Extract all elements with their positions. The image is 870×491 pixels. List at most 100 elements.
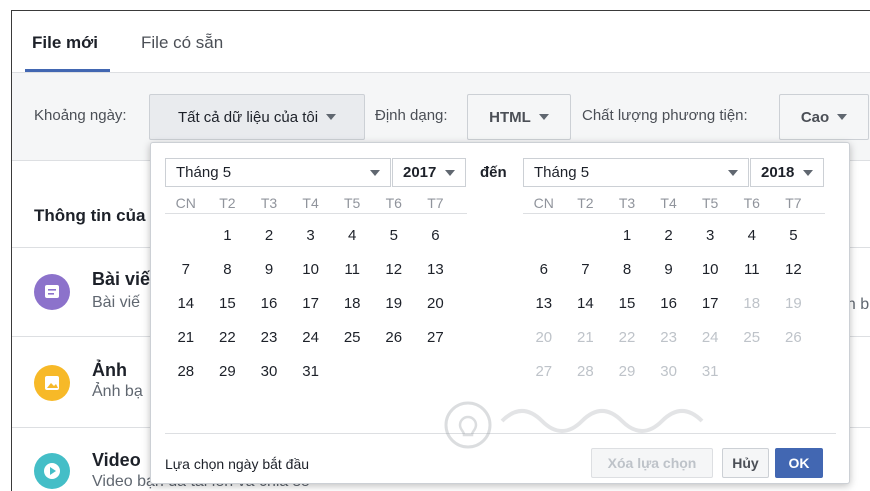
calendar-day: 30	[660, 362, 677, 380]
weekday-label: T4	[302, 194, 319, 211]
weekday-label: T3	[260, 194, 278, 211]
weekday-label: T4	[660, 194, 677, 211]
calendar-day[interactable]: 28	[165, 363, 207, 380]
calendar-day[interactable]: 6	[523, 261, 565, 278]
calendar-day[interactable]: 13	[523, 295, 565, 312]
calendar-day[interactable]: 21	[165, 329, 207, 346]
calendar-day[interactable]: 11	[331, 261, 373, 278]
video-icon	[34, 453, 70, 489]
calendar-week-row: 21 22 23 24 25 26 27	[165, 320, 467, 354]
calendar-day[interactable]: 31	[290, 363, 332, 380]
calendar-day[interactable]: 29	[207, 363, 249, 380]
calendar-day[interactable]: 2	[648, 227, 690, 244]
calendar-day[interactable]: 17	[290, 295, 332, 312]
calendar-week-row: 14 15 16 17 18 19 20	[165, 286, 467, 320]
calendar-day[interactable]: 2	[248, 227, 290, 244]
calendar-day[interactable]: 1	[207, 227, 249, 244]
calendar-day[interactable]: 3	[689, 227, 731, 244]
weekday-label: T2	[577, 194, 594, 211]
weekday-label: T5	[702, 194, 719, 211]
from-year-value: 2017	[403, 164, 437, 181]
calendar-day[interactable]: 15	[606, 295, 648, 312]
calendar-day[interactable]: 6	[415, 227, 457, 244]
tab-new-file[interactable]: File mới	[32, 33, 98, 53]
calendar-day[interactable]: 8	[207, 261, 249, 278]
weekday-label: T3	[618, 194, 636, 211]
weekday-header: CN T2 T3 T4 T5 T6 T7	[165, 192, 467, 214]
calendar-day[interactable]: 15	[207, 295, 249, 312]
calendar-day[interactable]: 16	[648, 295, 690, 312]
from-calendar: CN T2 T3 T4 T5 T6 T7 1 2 3 4 5 6 7 8 9 10 11 12 13 14 15 16 17 1…	[165, 192, 467, 388]
ok-button[interactable]: OK	[775, 448, 823, 478]
calendar-day[interactable]: 16	[248, 295, 290, 312]
calendar-day: 26	[785, 328, 802, 346]
from-month-value: Tháng 5	[176, 164, 232, 181]
weekday-label: T6	[743, 194, 760, 211]
calendar-week-row: 13 14 15 16 17 18 19	[523, 286, 825, 320]
calendar-day: 25	[743, 328, 761, 346]
calendar-day[interactable]: 14	[165, 295, 207, 312]
download-info-panel: File mới File có sẵn Khoảng ngày: Tất cả…	[11, 10, 870, 491]
calendar-day[interactable]: 13	[415, 261, 457, 278]
to-calendar: CN T2 T3 T4 T5 T6 T7 1 2 3 4 5 6 7 8 9 10 11 12 13 14 15 16 17 1…	[523, 192, 825, 388]
calendar-day[interactable]: 9	[248, 261, 290, 278]
calendar-week-row: 28 29 30 31	[165, 354, 467, 388]
date-range-value: Tất cả dữ liệu của tôi	[177, 108, 319, 126]
caret-down-icon	[445, 170, 455, 176]
category-subtitle: Bài viế	[92, 294, 141, 311]
calendar-day[interactable]: 5	[373, 227, 415, 244]
calendar-day[interactable]: 4	[331, 227, 373, 244]
tab-available-files[interactable]: File có sẵn	[141, 33, 223, 53]
calendar-day[interactable]: 12	[373, 261, 415, 278]
active-tab-indicator	[25, 69, 110, 72]
caret-down-icon	[326, 114, 337, 120]
caret-down-icon	[803, 170, 813, 176]
category-subtitle: Ảnh bạ	[92, 383, 143, 400]
weekday-label: T6	[385, 194, 402, 211]
calendar-day[interactable]: 26	[373, 329, 415, 346]
calendar-day[interactable]: 9	[648, 261, 690, 278]
calendar-day[interactable]: 14	[565, 295, 607, 312]
format-dropdown[interactable]: HTML	[467, 94, 571, 140]
calendar-day[interactable]: 18	[331, 295, 373, 312]
calendar-day[interactable]: 17	[689, 295, 731, 312]
calendar-day[interactable]: 7	[565, 261, 607, 278]
calendar-day[interactable]: 1	[606, 227, 648, 244]
calendar-day[interactable]: 19	[373, 295, 415, 312]
caret-down-icon	[538, 114, 549, 120]
date-range-label: Khoảng ngày:	[34, 107, 127, 124]
calendar-day: 20	[535, 328, 553, 346]
photo-icon	[34, 365, 70, 401]
calendar-day[interactable]: 4	[731, 227, 773, 244]
watermark-logo-icon	[444, 401, 704, 449]
to-label: đến	[480, 164, 507, 181]
calendar-day[interactable]: 25	[331, 329, 373, 346]
media-quality-value: Cao	[800, 108, 830, 126]
date-range-dropdown[interactable]: Tất cả dữ liệu của tôi	[149, 94, 365, 140]
calendar-day[interactable]: 10	[689, 261, 731, 278]
calendar-day: 19	[785, 294, 802, 312]
media-quality-dropdown[interactable]: Cao	[779, 94, 869, 140]
calendar-day: 24	[701, 328, 719, 346]
calendar-day[interactable]: 24	[290, 329, 332, 346]
from-year-select[interactable]: 2017	[392, 158, 466, 187]
calendar-day[interactable]: 8	[606, 261, 648, 278]
calendar-day[interactable]: 30	[248, 363, 290, 380]
calendar-day[interactable]: 22	[207, 329, 249, 346]
format-value: HTML	[489, 108, 531, 126]
calendar-day[interactable]: 10	[290, 261, 332, 278]
to-month-select[interactable]: Tháng 5	[523, 158, 749, 187]
calendar-day[interactable]: 7	[165, 261, 207, 278]
calendar-week-row: 12345	[523, 218, 825, 252]
weekday-label: CN	[533, 194, 554, 211]
calendar-day[interactable]: 20	[415, 295, 457, 312]
to-year-select[interactable]: 2018	[750, 158, 824, 187]
calendar-day[interactable]: 23	[248, 329, 290, 346]
calendar-day[interactable]: 11	[731, 261, 773, 278]
calendar-day: 18	[743, 294, 761, 312]
calendar-day[interactable]: 12	[773, 261, 815, 278]
calendar-day[interactable]: 27	[415, 329, 457, 346]
calendar-day[interactable]: 5	[773, 227, 815, 244]
from-month-select[interactable]: Tháng 5	[165, 158, 391, 187]
calendar-day[interactable]: 3	[290, 227, 332, 244]
